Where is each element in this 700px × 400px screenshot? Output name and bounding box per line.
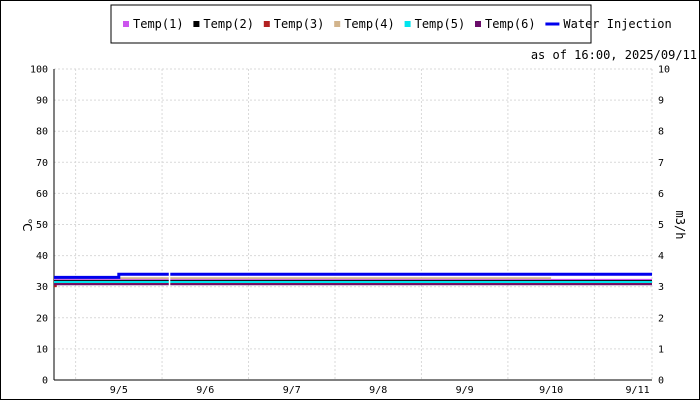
- legend-swatch: [404, 21, 411, 27]
- legend: Temp(1) Temp(2) Temp(3) Temp(4) Temp(5) Temp(…: [110, 4, 672, 44]
- left-tick-label: 50: [36, 220, 48, 231]
- x-tick-label: 9/8: [369, 385, 387, 396]
- left-tick-label: 90: [36, 96, 48, 107]
- right-tick-label: 4: [658, 251, 664, 262]
- left-tick-label: 60: [36, 189, 48, 200]
- right-tick-label: 3: [658, 282, 664, 293]
- right-tick-label: 10: [658, 65, 670, 76]
- right-tick-label: 9: [658, 96, 664, 107]
- right-tick-label: 7: [658, 158, 664, 169]
- left-tick-label: 30: [36, 282, 48, 293]
- right-tick-label: 2: [658, 313, 664, 324]
- series-line-7: [54, 272, 652, 279]
- x-tick-label: 9/9: [456, 385, 474, 396]
- x-tick-label: 9/5: [110, 385, 128, 396]
- legend-label: Temp(1): [133, 17, 184, 31]
- right-tick-label: 1: [658, 344, 664, 355]
- legend-swatch: [193, 21, 200, 27]
- legend-swatch: [475, 21, 481, 27]
- x-tick-label: 9/7: [283, 385, 301, 396]
- left-tick-label: 40: [36, 251, 48, 262]
- legend-label: Temp(4): [344, 17, 395, 31]
- x-tick-label: 9/11: [626, 385, 650, 396]
- x-tick-label: 9/6: [196, 385, 214, 396]
- data-gap: [168, 272, 171, 290]
- legend-swatch: [123, 21, 129, 27]
- left-tick-label: 20: [36, 313, 48, 324]
- right-axis-label: m3/h: [673, 211, 687, 240]
- left-tick-label: 10: [36, 344, 48, 355]
- left-tick-label: 80: [36, 127, 48, 138]
- x-tick-label: 9/10: [539, 385, 563, 396]
- right-tick-label: 0: [658, 376, 664, 387]
- left-axis-label: ℃: [20, 218, 34, 231]
- legend-swatch: [334, 21, 341, 27]
- timestamp-label: as of 16:00, 2025/09/11: [531, 48, 697, 62]
- legend-label: Temp(2): [203, 17, 254, 31]
- right-tick-label: 6: [658, 189, 664, 200]
- legend-label: Temp(3): [274, 17, 325, 31]
- left-tick-label: 0: [42, 376, 48, 387]
- grid: [53, 68, 653, 381]
- tick-labels: 0 0 10 1 20 2 30 3 40 4 50 5 60 6 70 7 80 8 90 9 100 10 9/5 9/6…: [30, 65, 670, 397]
- legend-swatch: [263, 21, 270, 27]
- legend-label: Temp(6): [485, 17, 536, 31]
- legend-label: Temp(5): [415, 17, 466, 31]
- temperature-injection-chart: 0 0 10 1 20 2 30 3 40 4 50 5 60 6 70 7 80 8 90 9 100 10 9/5 9/6…: [20, 4, 697, 397]
- left-tick-label: 70: [36, 158, 48, 169]
- left-tick-label: 100: [30, 65, 48, 76]
- chart-frame: 0 0 10 1 20 2 30 3 40 4 50 5 60 6 70 7 80 8 90 9 100 10 9/5 9/6…: [0, 0, 700, 400]
- legend-label: Water Injection: [563, 17, 671, 31]
- right-tick-label: 5: [658, 220, 664, 231]
- right-tick-label: 8: [658, 127, 664, 138]
